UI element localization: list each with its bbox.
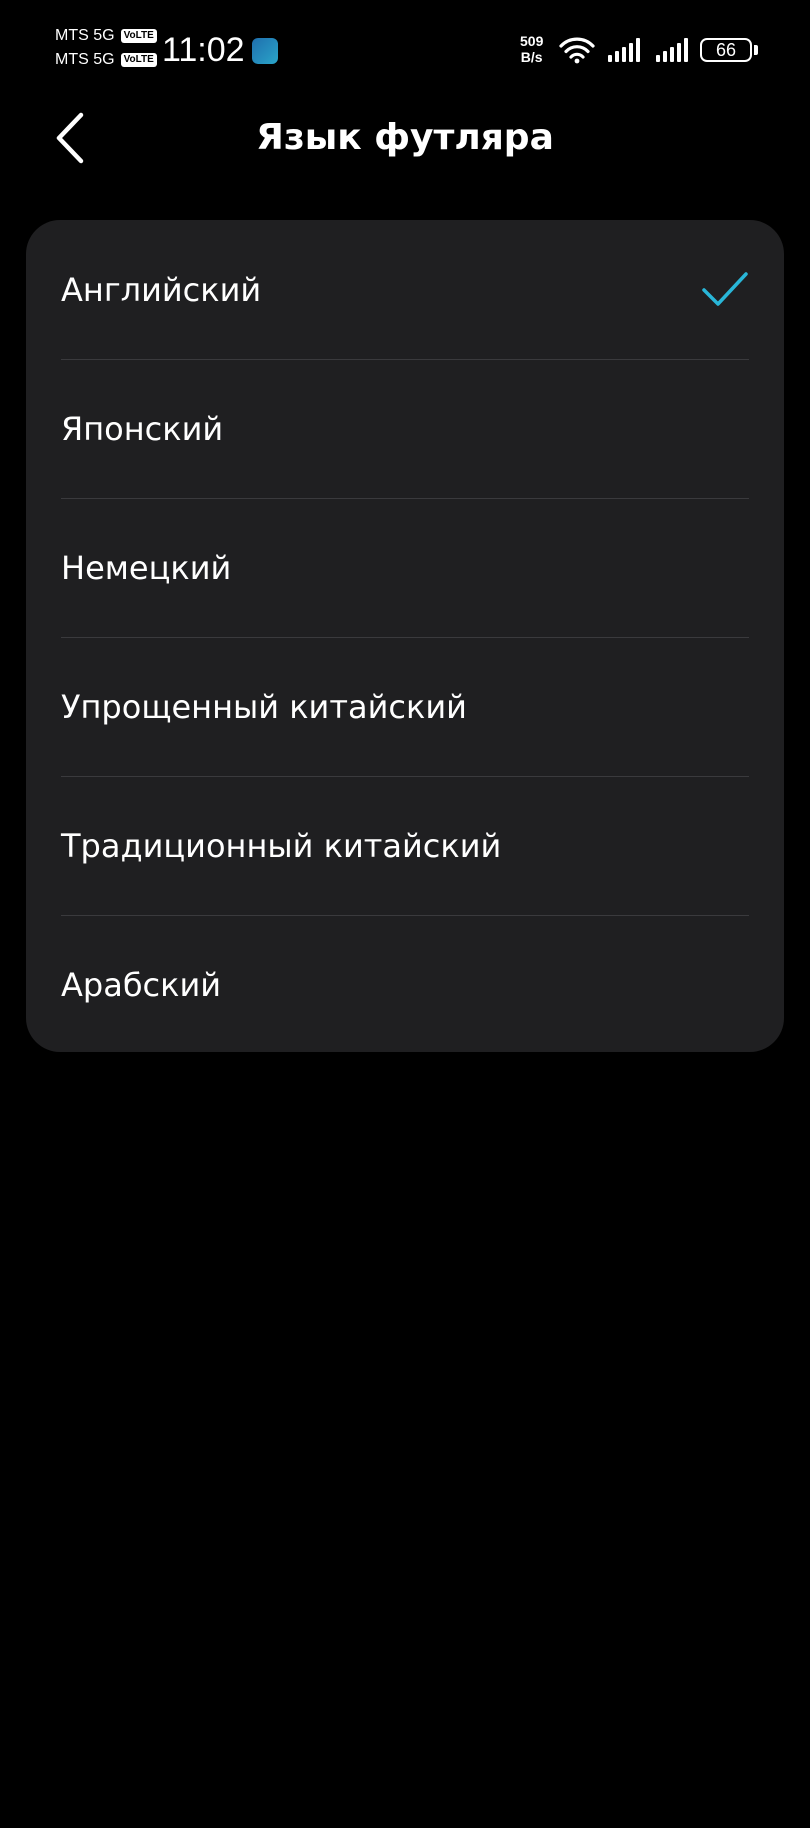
signal-icon — [656, 38, 688, 62]
language-option-japanese[interactable]: Японский — [26, 359, 784, 498]
battery-icon: 66 — [700, 38, 752, 62]
language-option-arabic[interactable]: Арабский — [26, 915, 784, 1052]
language-option-simplified-chinese[interactable]: Упрощенный китайский — [26, 637, 784, 776]
language-label: Английский — [61, 270, 262, 309]
carrier-label: MTS 5G — [55, 51, 115, 68]
language-label: Традиционный китайский — [61, 826, 502, 865]
language-label: Немецкий — [61, 548, 232, 587]
language-option-traditional-chinese[interactable]: Традиционный китайский — [26, 776, 784, 915]
signal-icon — [608, 38, 640, 62]
header: Язык футляра — [0, 96, 810, 180]
network-speed-unit: B/s — [520, 49, 543, 65]
checkmark-icon — [702, 271, 748, 306]
network-speed: 509 B/s — [520, 33, 543, 65]
language-option-german[interactable]: Немецкий — [26, 498, 784, 637]
language-label: Арабский — [61, 965, 222, 1004]
battery-tip — [754, 45, 758, 55]
wifi-icon — [559, 37, 595, 64]
status-clock: 11:02 — [162, 31, 245, 69]
carrier-info: MTS 5G VoLTE MTS 5G VoLTE — [55, 26, 157, 70]
language-option-english[interactable]: Английский — [26, 220, 784, 359]
language-list: Английский Японский Немецкий Упрощенный … — [26, 220, 784, 1052]
page-title: Язык футляра — [256, 117, 554, 158]
carrier-row-2: MTS 5G VoLTE — [55, 50, 157, 70]
battery-level: 66 — [715, 40, 737, 60]
app-badge-icon — [252, 38, 278, 64]
carrier-label: MTS 5G — [55, 27, 115, 44]
status-bar: MTS 5G VoLTE MTS 5G VoLTE 11:02 509 B/s … — [0, 0, 810, 84]
carrier-row-1: MTS 5G VoLTE — [55, 26, 157, 46]
language-label: Японский — [61, 409, 224, 448]
volte-badge: VoLTE — [120, 53, 157, 67]
network-speed-value: 509 — [520, 33, 544, 49]
volte-badge: VoLTE — [120, 29, 157, 43]
language-label: Упрощенный китайский — [61, 687, 467, 726]
